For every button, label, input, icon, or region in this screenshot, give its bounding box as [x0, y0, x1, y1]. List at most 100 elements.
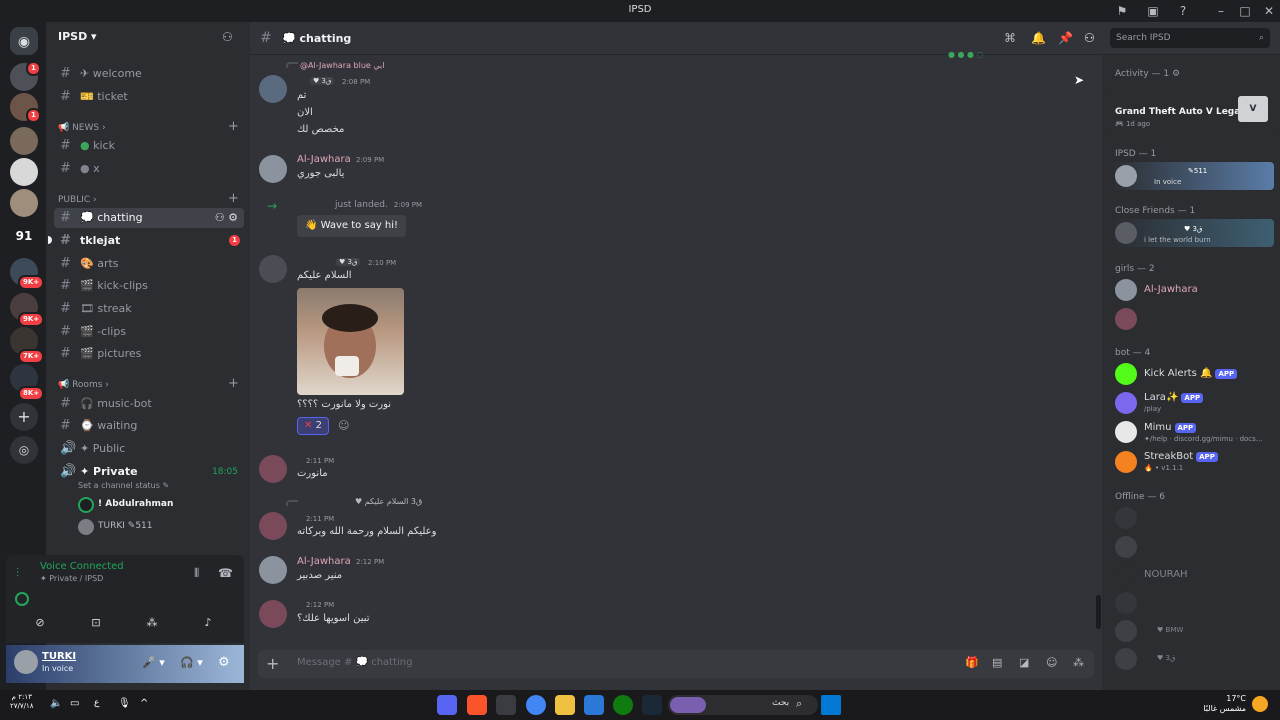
avatar[interactable]: [1115, 308, 1137, 330]
member-name[interactable]: Lara✨ APP: [1144, 392, 1204, 403]
speaker-icon[interactable]: 🔈: [50, 698, 62, 709]
noise-icon[interactable]: ⦀: [194, 566, 199, 581]
voice-channel-public[interactable]: 🔊 ✦ Public: [54, 439, 244, 459]
pin-icon[interactable]: 📌: [1058, 31, 1073, 45]
category-news[interactable]: 📢 NEWS ›: [58, 123, 106, 133]
avatar[interactable]: [259, 255, 287, 283]
monitor-icon[interactable]: ▣: [1145, 3, 1161, 19]
server-icon[interactable]: [10, 189, 38, 217]
reply-preview[interactable]: @Al-Jawhara blue ابي: [300, 61, 385, 70]
avatar[interactable]: [1115, 620, 1137, 642]
voice-location[interactable]: ✦ Private / IPSD: [40, 574, 103, 583]
avatar[interactable]: [1115, 592, 1137, 614]
avatar[interactable]: [14, 650, 38, 674]
channel-chatting[interactable]: # 💭 chatting ⚇ ⚙: [54, 208, 244, 228]
attached-image[interactable]: [297, 288, 404, 395]
add-channel-icon[interactable]: +: [228, 376, 239, 391]
avatar[interactable]: [259, 556, 287, 584]
xbox-taskbar-icon[interactable]: [613, 695, 633, 715]
channel-arts[interactable]: # 🎨 arts: [54, 254, 244, 274]
settings-icon[interactable]: ⚇ ⚙: [215, 208, 238, 228]
category-public[interactable]: PUBLIC ›: [58, 195, 97, 205]
member-name[interactable]: NOURAH: [1144, 569, 1188, 580]
message-input[interactable]: Message # 💭 chatting: [297, 657, 412, 668]
weather-widget[interactable]: 17°C مشمس غالبًا: [1200, 694, 1246, 714]
avatar[interactable]: [259, 600, 287, 628]
avatar[interactable]: [259, 455, 287, 483]
store-taskbar-icon[interactable]: [584, 695, 604, 715]
channel-waiting[interactable]: # ⌚ waiting: [54, 416, 244, 436]
voice-user-name[interactable]: ! Abdulrahman: [98, 499, 173, 509]
avatar[interactable]: [259, 512, 287, 540]
wave-button[interactable]: 👋 Wave to say hi!: [297, 215, 407, 237]
members-icon[interactable]: ⚇: [1084, 31, 1095, 45]
channel-music-bot[interactable]: # 🎧 music-bot: [54, 394, 244, 414]
chrome-taskbar-icon[interactable]: [526, 695, 546, 715]
category-rooms[interactable]: 📢 Rooms ›: [58, 380, 109, 390]
taskbar-clock[interactable]: ٢:١٣ م ٢٧/٧/١٨: [10, 693, 34, 711]
add-reaction-icon[interactable]: ☺: [338, 419, 349, 432]
screen-share-icon[interactable]: ⊡: [86, 616, 106, 634]
channel-kick-clips[interactable]: # 🎬 kick-clips: [54, 276, 244, 296]
reaction-button[interactable]: ✕ 2: [297, 417, 329, 435]
server-icon[interactable]: [10, 127, 38, 155]
camera-off-icon[interactable]: ⊘: [30, 616, 50, 634]
channel-status-placeholder[interactable]: Set a channel status ✎: [78, 481, 169, 490]
attach-plus-icon[interactable]: +: [266, 654, 279, 673]
chat-scrollbar[interactable]: [1096, 595, 1101, 629]
help-icon[interactable]: ?: [1175, 3, 1191, 19]
avatar[interactable]: [259, 75, 287, 103]
channel-tklejat[interactable]: # tklejat 1: [54, 231, 244, 251]
member-name[interactable]: Kick Alerts 🔔 APP: [1144, 368, 1238, 379]
voice-channel-private[interactable]: 🔊 ✦ Private 18:05: [54, 462, 244, 482]
message-author[interactable]: Al-Jawhara: [297, 154, 351, 165]
activities-icon[interactable]: ⁂: [142, 616, 162, 634]
avatar[interactable]: [1115, 279, 1137, 301]
add-channel-icon[interactable]: +: [228, 119, 239, 134]
search-input[interactable]: Search IPSD ⌕: [1110, 28, 1270, 48]
start-icon[interactable]: [821, 695, 841, 715]
mic-icon[interactable]: 🎤 ▾: [142, 656, 165, 669]
channel-welcome[interactable]: # ✈ welcome: [54, 64, 244, 84]
tray-chevron-icon[interactable]: ^: [140, 698, 148, 709]
soundboard-icon[interactable]: ♪: [198, 616, 218, 634]
close-button[interactable]: ✕: [1261, 3, 1277, 19]
server-number-icon[interactable]: 91: [10, 229, 38, 243]
user-name[interactable]: TURKI: [42, 651, 76, 662]
avatar[interactable]: [1115, 507, 1137, 529]
discord-home-icon[interactable]: ◉: [10, 27, 38, 55]
emoji-icon[interactable]: ☺: [1046, 656, 1057, 669]
channel-ticket[interactable]: # 🎫 ticket: [54, 87, 244, 107]
add-channel-icon[interactable]: +: [228, 191, 239, 206]
avatar[interactable]: [1115, 421, 1137, 443]
avatar[interactable]: [1115, 536, 1137, 558]
discover-icon[interactable]: ◎: [10, 436, 38, 464]
avatar[interactable]: [1115, 563, 1137, 585]
member-name[interactable]: StreakBot APP: [1144, 451, 1218, 462]
avatar[interactable]: [1115, 363, 1137, 385]
sticker-icon[interactable]: ◪: [1019, 656, 1029, 669]
channel-x[interactable]: # ● x: [54, 159, 244, 179]
brave-taskbar-icon[interactable]: [467, 695, 487, 715]
mic-icon[interactable]: 🎙: [118, 698, 131, 709]
member-name[interactable]: Al-Jawhara: [1144, 284, 1198, 295]
steam-taskbar-icon[interactable]: [642, 695, 662, 715]
explorer-taskbar-icon[interactable]: [555, 695, 575, 715]
disconnect-icon[interactable]: ☎: [218, 566, 233, 580]
inbox-icon[interactable]: ⚑: [1114, 3, 1130, 19]
discord-taskbar-icon[interactable]: [437, 695, 457, 715]
avatar[interactable]: [1115, 648, 1137, 670]
avatar[interactable]: [1115, 451, 1137, 473]
channel-streak[interactable]: # 🎞 streak: [54, 299, 244, 319]
channel-clips[interactable]: # 🎬 -clips: [54, 322, 244, 342]
headphones-icon[interactable]: 🎧 ▾: [180, 656, 203, 669]
avatar[interactable]: [259, 155, 287, 183]
server-icon[interactable]: [10, 158, 38, 186]
language-indicator[interactable]: ع: [94, 698, 99, 708]
gif-icon[interactable]: ▤: [992, 656, 1002, 669]
gift-icon[interactable]: 🎁: [965, 656, 979, 669]
add-member-icon[interactable]: ⚇: [222, 30, 233, 44]
channel-pictures[interactable]: # 🎬 pictures: [54, 344, 244, 364]
server-name[interactable]: IPSD ▾: [58, 30, 97, 43]
message-author[interactable]: Al-Jawhara: [297, 556, 351, 567]
